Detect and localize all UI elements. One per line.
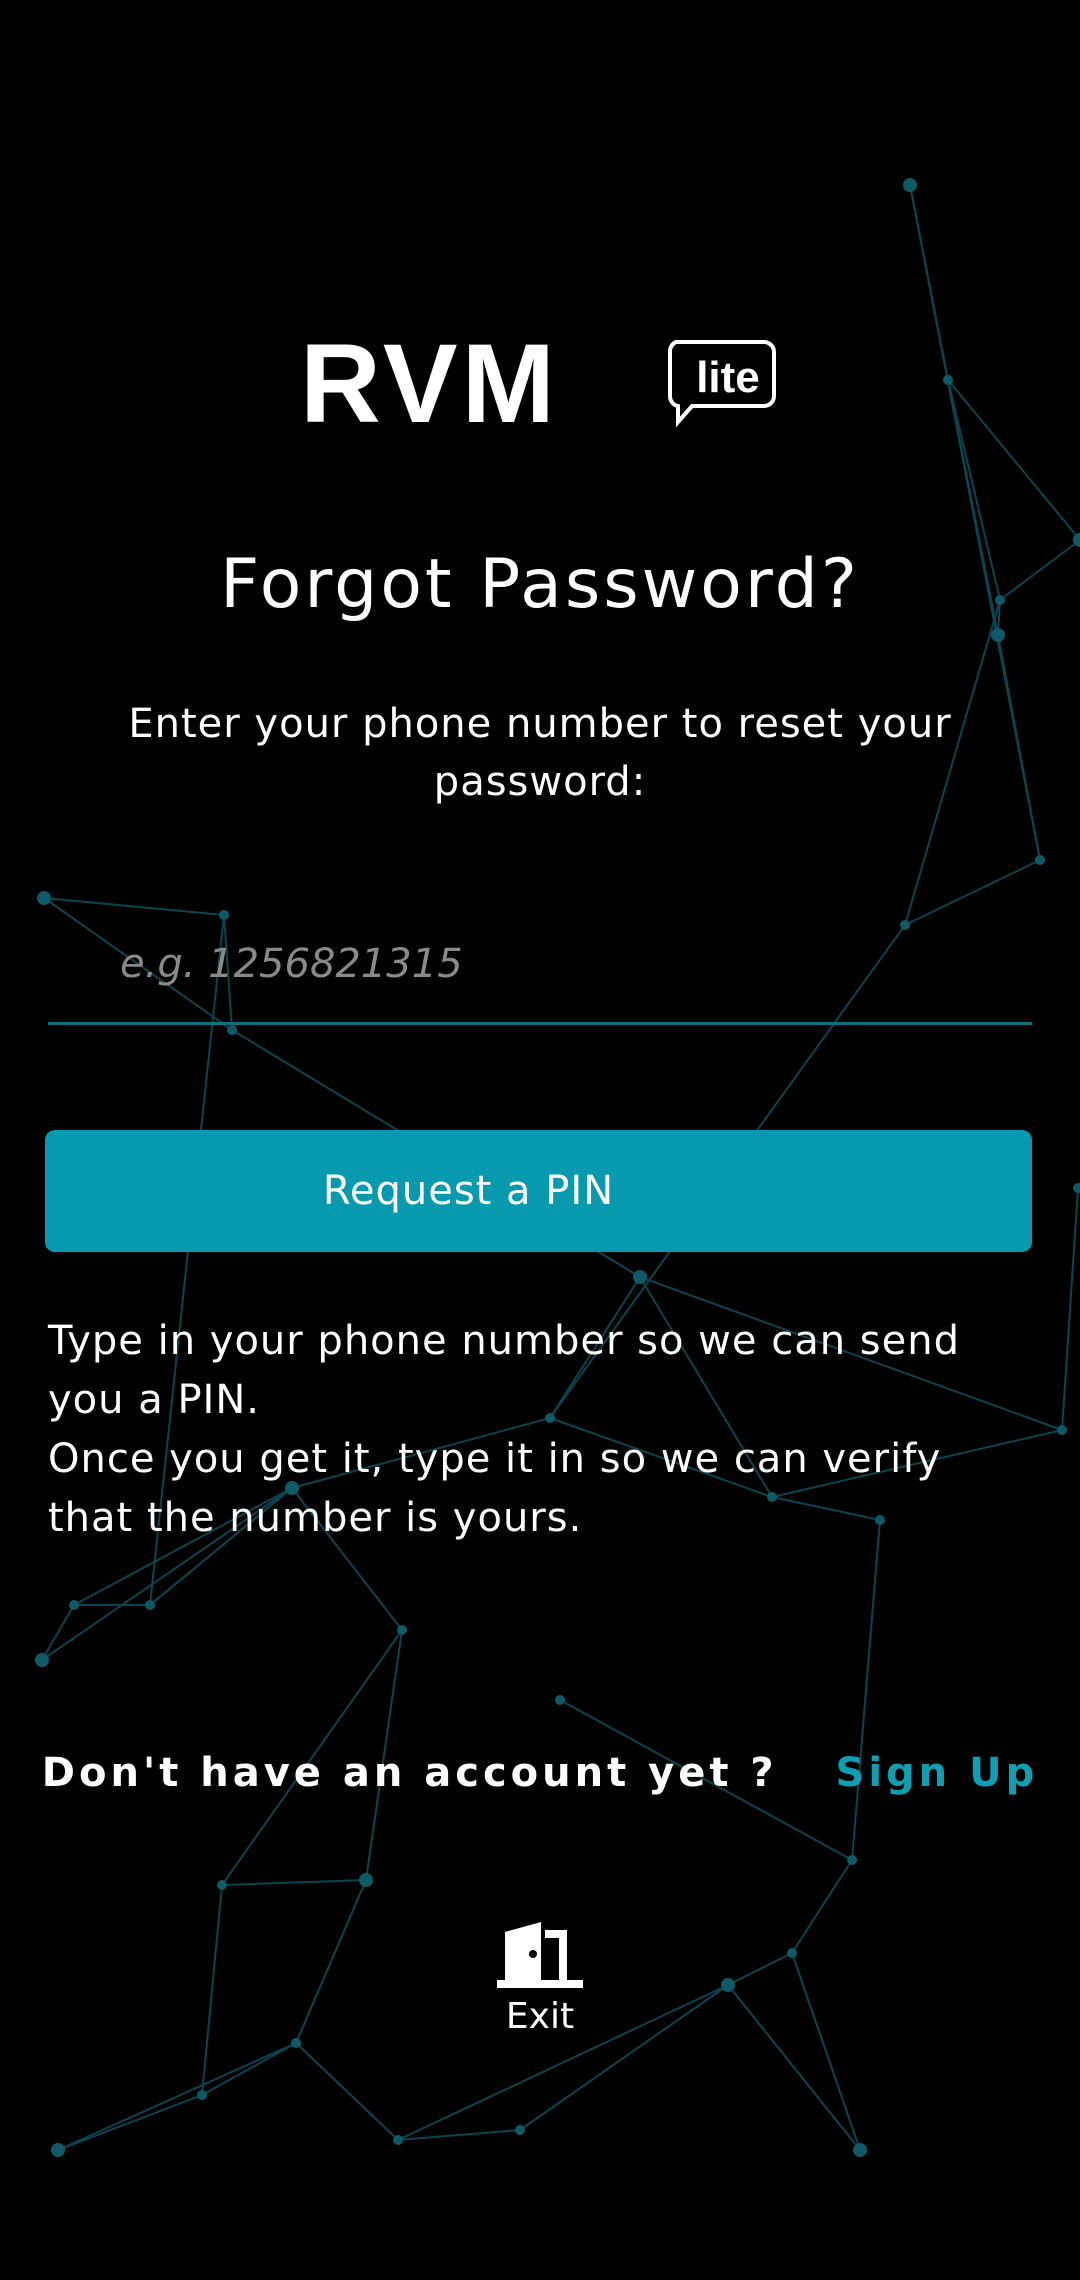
network-node: [853, 2143, 867, 2157]
network-node: [51, 2143, 65, 2157]
page-title: Forgot Password?: [220, 545, 860, 624]
network-node: [515, 2125, 525, 2135]
network-line: [851, 1519, 881, 1861]
rvm-lite-logo: RVM lite: [300, 330, 776, 440]
network-line: [1061, 1187, 1079, 1431]
request-pin-button[interactable]: Request a PIN: [45, 1130, 1032, 1252]
network-line: [201, 1884, 223, 2096]
network-line: [727, 1984, 861, 2151]
network-line: [57, 2094, 203, 2151]
network-line: [295, 2042, 399, 2141]
network-node: [633, 1270, 647, 1284]
logo-badge-text: lite: [696, 353, 760, 402]
door-exit-icon: [497, 1922, 583, 1988]
exit-button[interactable]: Exit: [470, 1920, 610, 2050]
network-node: [903, 178, 917, 192]
network-line: [41, 1604, 75, 1661]
signup-question: Don't have an account yet ?: [41, 1750, 778, 1796]
network-node: [197, 2090, 207, 2100]
network-line: [201, 2042, 297, 2096]
logo-text: RVM: [300, 330, 559, 440]
sign-up-link[interactable]: Sign Up: [836, 1750, 1039, 1796]
network-line: [57, 2042, 297, 2151]
page-subtitle: Enter your phone number to reset your pa…: [128, 701, 952, 805]
network-node: [291, 2038, 301, 2048]
network-node: [145, 1600, 155, 1610]
network-node: [69, 1600, 79, 1610]
network-node: [847, 1855, 857, 1865]
network-node: [555, 1695, 565, 1705]
network-node: [37, 891, 51, 905]
network-node: [35, 1653, 49, 1667]
help-text: Type in your phone number so we can send…: [48, 1312, 1038, 1548]
network-node: [1057, 1425, 1067, 1435]
network-node: [943, 375, 953, 385]
phone-number-input[interactable]: [48, 905, 1032, 1025]
help-text-line-2: Once you get it, type it in so we can ve…: [48, 1436, 942, 1541]
network-line: [295, 1879, 367, 2044]
network-node: [721, 1978, 735, 1992]
network-line: [221, 1879, 367, 1886]
signup-row: Don't have an account yet ? Sign Up: [0, 1750, 1080, 1796]
network-node: [1035, 855, 1045, 865]
network-node: [359, 1873, 373, 1887]
exit-label: Exit: [505, 1996, 575, 2037]
network-line: [791, 1859, 853, 1954]
network-node: [1073, 1183, 1080, 1193]
network-node: [787, 1948, 797, 1958]
network-node: [227, 1025, 237, 1035]
network-node: [991, 628, 1005, 642]
network-node: [393, 2135, 403, 2145]
help-text-line-1: Type in your phone number so we can send…: [48, 1318, 960, 1423]
network-node: [397, 1625, 407, 1635]
network-line: [791, 1952, 861, 2151]
network-node: [217, 1880, 227, 1890]
network-line: [727, 1952, 793, 1986]
